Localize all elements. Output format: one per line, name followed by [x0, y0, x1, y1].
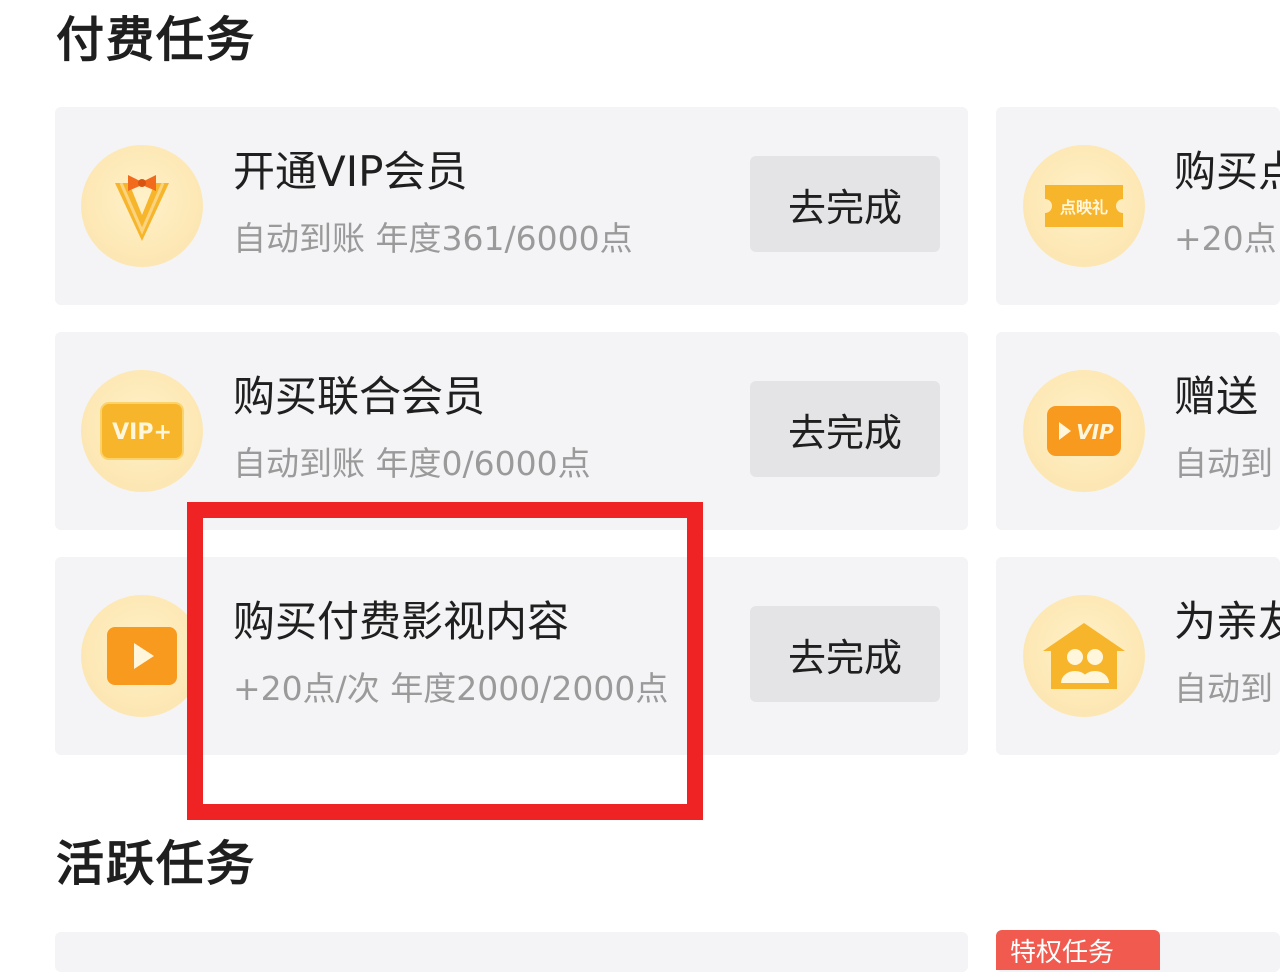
complete-button[interactable]: 去完成 [750, 606, 940, 702]
complete-button[interactable]: 去完成 [750, 381, 940, 477]
task-title: 为亲友 [1174, 597, 1280, 646]
task-title: 购买付费影视内容 [233, 597, 570, 646]
task-title: 赠送 [1174, 372, 1259, 421]
family-house-icon [1023, 595, 1145, 717]
play-video-icon [81, 595, 203, 717]
vip-play-icon: VIP [1023, 370, 1145, 492]
vip-bowtie-icon [81, 145, 203, 267]
task-title: 购买点 [1174, 147, 1280, 196]
svg-text:VIP: VIP [1076, 420, 1114, 444]
vip-plus-icon: VIP+ [81, 370, 203, 492]
ticket-gift-icon: 点映礼 [1023, 145, 1145, 267]
task-subtitle: 自动到 [1174, 444, 1273, 483]
task-subtitle: +20点 [1174, 219, 1277, 258]
active-tasks-title: 活跃任务 [56, 836, 257, 892]
task-title: 开通VIP会员 [233, 147, 468, 196]
task-card-right-2: VIP 赠送 自动到 [996, 332, 1280, 530]
svg-text:点映礼: 点映礼 [1060, 198, 1108, 217]
task-subtitle: 自动到账 年度0/6000点 [233, 444, 591, 483]
task-subtitle: 自动到账 年度361/6000点 [233, 219, 633, 258]
task-card-right-1: 点映礼 购买点 +20点 [996, 107, 1280, 305]
task-subtitle: 自动到 [1174, 669, 1273, 708]
task-card-paid-content: 购买付费影视内容 +20点/次 年度2000/2000点 去完成 [55, 557, 968, 755]
privilege-task-tag: 特权任务 [996, 930, 1160, 970]
active-task-card [55, 932, 968, 972]
paid-tasks-title: 付费任务 [56, 12, 257, 68]
task-card-vip: 开通VIP会员 自动到账 年度361/6000点 去完成 [55, 107, 968, 305]
task-card-joint-vip: VIP+ 购买联合会员 自动到账 年度0/6000点 去完成 [55, 332, 968, 530]
svg-text:VIP+: VIP+ [112, 420, 172, 445]
complete-button[interactable]: 去完成 [750, 156, 940, 252]
task-subtitle: +20点/次 年度2000/2000点 [233, 669, 669, 708]
task-card-right-3: 为亲友 自动到 [996, 557, 1280, 755]
task-title: 购买联合会员 [233, 372, 486, 421]
